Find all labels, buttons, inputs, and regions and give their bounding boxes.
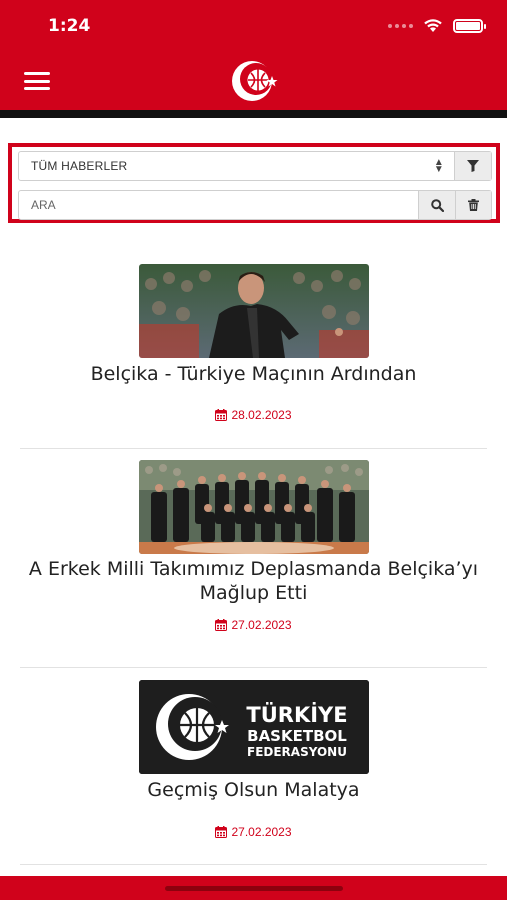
search-button[interactable] <box>419 191 455 219</box>
status-bar: 1:24 <box>0 0 507 52</box>
filter-panel: TÜM HABERLER ▲ ▼ <box>8 143 500 223</box>
app-bar <box>0 52 507 110</box>
filter-icon <box>467 160 479 172</box>
calendar-icon <box>215 826 228 838</box>
news-image-logo[interactable]: TÜRKİYE BASKETBOL FEDERASYONU <box>139 680 369 774</box>
news-title[interactable]: A Erkek Milli Takımımız Deplasmanda Belç… <box>20 557 487 605</box>
clear-button[interactable] <box>455 191 491 219</box>
news-item[interactable]: Belçika - Türkiye Maçının Ardından 28.02… <box>20 240 487 449</box>
search-bar <box>18 190 492 220</box>
calendar-icon <box>215 409 228 421</box>
news-item[interactable]: A Erkek Milli Takımımız Deplasmanda Belç… <box>20 449 487 668</box>
filter-button[interactable] <box>455 152 491 180</box>
news-date: 28.02.2023 <box>20 408 487 422</box>
team-photo-icon <box>139 460 369 554</box>
calendar-icon <box>215 619 228 631</box>
battery-icon <box>453 18 486 33</box>
status-time: 1:24 <box>48 16 91 36</box>
news-date-text: 27.02.2023 <box>231 825 292 839</box>
news-item[interactable]: TÜRKİYE BASKETBOL FEDERASYONU Geçmiş Ols… <box>20 668 487 865</box>
logo-line-3: FEDERASYONU <box>247 745 347 759</box>
federation-logo-icon: TÜRKİYE BASKETBOL FEDERASYONU <box>139 680 369 774</box>
menu-icon[interactable] <box>24 72 50 90</box>
select-arrows-icon: ▲ ▼ <box>433 157 444 175</box>
status-icons <box>388 18 486 33</box>
news-title[interactable]: Belçika - Türkiye Maçının Ardından <box>20 362 487 386</box>
news-date-text: 28.02.2023 <box>231 408 292 422</box>
category-select-box[interactable]: TÜM HABERLER ▲ ▼ <box>19 152 455 180</box>
news-date-text: 27.02.2023 <box>231 618 292 632</box>
logo-line-2: BASKETBOL <box>247 727 347 745</box>
signal-dots-icon <box>388 23 413 28</box>
news-title[interactable]: Geçmiş Olsun Malatya <box>20 778 487 802</box>
coach-photo-icon <box>139 264 369 358</box>
news-date: 27.02.2023 <box>20 825 487 839</box>
news-list: Belçika - Türkiye Maçının Ardından 28.02… <box>20 240 487 865</box>
app-bar-divider <box>0 110 507 118</box>
tbf-logo-icon[interactable] <box>226 58 282 104</box>
category-select[interactable]: TÜM HABERLER ▲ ▼ <box>18 151 492 181</box>
news-date: 27.02.2023 <box>20 618 487 632</box>
logo-line-1: TÜRKİYE <box>246 702 347 727</box>
search-icon <box>430 198 444 212</box>
trash-icon <box>468 199 479 211</box>
category-select-value: TÜM HABERLER <box>31 159 128 173</box>
wifi-icon <box>424 19 442 32</box>
home-indicator[interactable] <box>165 886 343 891</box>
news-image-coach[interactable] <box>139 264 369 358</box>
search-input[interactable] <box>19 191 419 219</box>
news-image-team[interactable] <box>139 460 369 554</box>
